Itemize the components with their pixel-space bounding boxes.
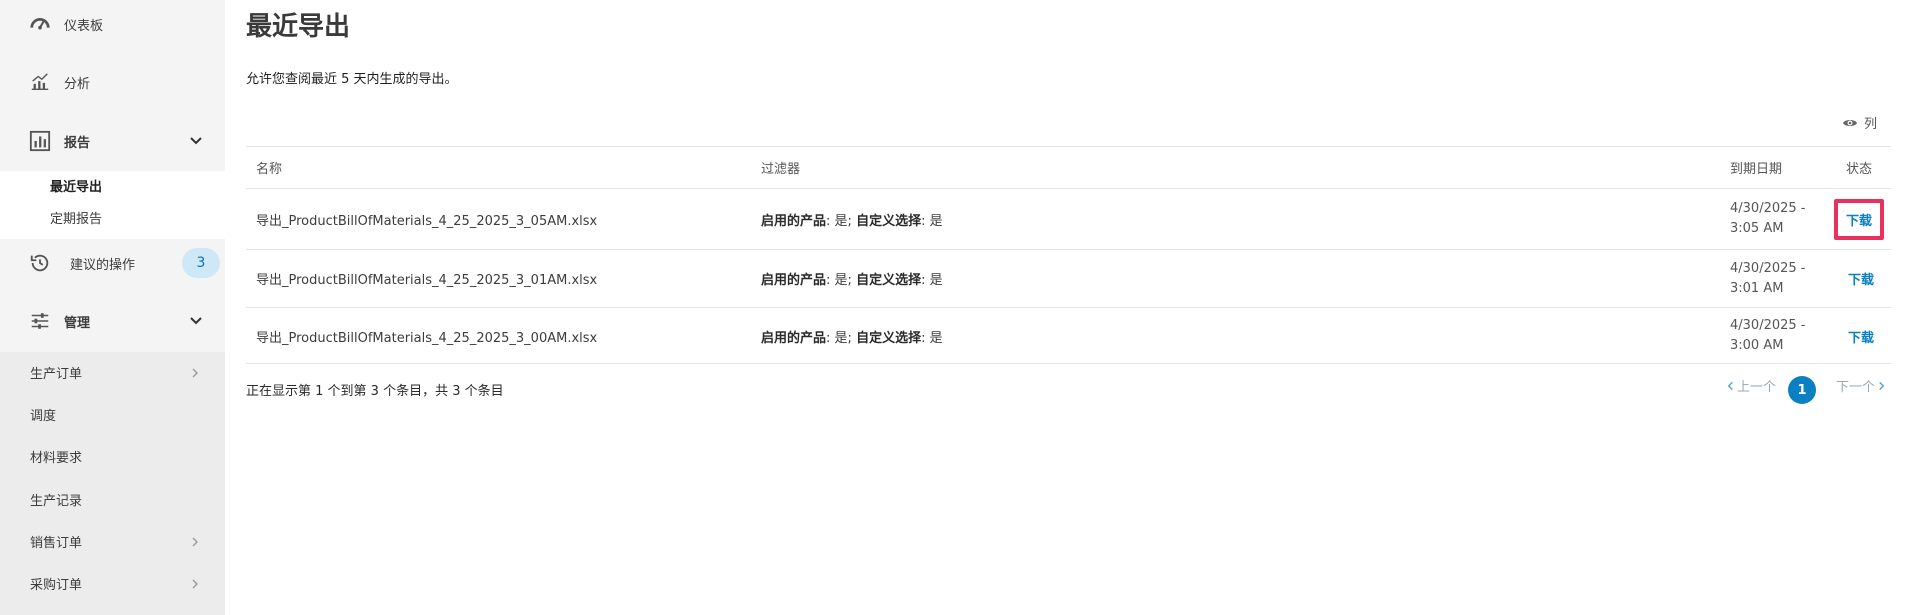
page-number-current[interactable]: 1 xyxy=(1788,376,1816,404)
nav-dashboard[interactable]: 仪表板 xyxy=(0,4,225,44)
eye-icon xyxy=(1843,119,1857,126)
export-file-name: 导出_ProductBillOfMaterials_4_25_2025_3_00… xyxy=(256,330,598,346)
sidebar-item-scheduling[interactable]: 调度 xyxy=(30,405,56,424)
suggested-count-badge: 3 xyxy=(182,248,220,278)
table-info: 正在显示第 1 个到第 3 个条目，共 3 个条目 xyxy=(246,384,504,399)
sliders-icon xyxy=(28,309,52,333)
export-filter: 启用的产品: 是; 自定义选择: 是 xyxy=(761,330,943,346)
nav-reports[interactable]: 报告 xyxy=(0,121,225,161)
next-page-button[interactable]: 下一个 xyxy=(1836,376,1886,395)
header-filter[interactable]: 过滤器 xyxy=(761,147,800,188)
nav-dashboard-label: 仪表板 xyxy=(64,18,104,34)
nav-admin-label: 管理 xyxy=(64,315,91,331)
columns-toggle-button[interactable]: 列 xyxy=(1842,113,1877,132)
chevron-down-icon xyxy=(190,317,202,325)
table-row: 导出_ProductBillOfMaterials_4_25_2025_3_01… xyxy=(246,249,1891,307)
nav-suggested-actions-label: 建议的操作 xyxy=(70,257,136,273)
sidebar-item-purchase-orders[interactable]: 采购订单 xyxy=(30,574,82,593)
chevron-right-icon xyxy=(192,579,198,589)
sidebar-item-production-records[interactable]: 生产记录 xyxy=(30,490,82,509)
sidebar-item-production-orders[interactable]: 生产订单 xyxy=(30,363,82,382)
header-name[interactable]: 名称 xyxy=(256,147,282,188)
previous-page-button[interactable]: 上一个 xyxy=(1726,376,1776,395)
export-filter: 启用的产品: 是; 自定义选择: 是 xyxy=(761,273,943,288)
chevron-right-icon xyxy=(1879,381,1885,390)
nav-admin[interactable]: 管理 xyxy=(0,301,225,341)
reports-submenu: 最近导出 定期报告 xyxy=(0,171,225,239)
sidebar-item-scheduled-reports[interactable]: 定期报告 xyxy=(50,208,102,227)
columns-label: 列 xyxy=(1864,117,1878,132)
download-link[interactable]: 下载 xyxy=(1848,250,1874,307)
sidebar-item-material-requirements[interactable]: 材料要求 xyxy=(30,447,82,466)
report-bars-icon xyxy=(28,129,52,153)
sidebar-item-sales-orders[interactable]: 销售订单 xyxy=(30,532,82,551)
export-file-name: 导出_ProductBillOfMaterials_4_25_2025_3_01… xyxy=(256,273,598,288)
chevron-right-icon xyxy=(192,368,198,378)
main-content: 最近导出 允许您查阅最近 5 天内生成的导出。 列 名称 过滤器 到期日期 状态… xyxy=(246,0,1896,615)
expiry-date: 4/30/2025 -3:01 AM xyxy=(1730,261,1806,296)
page-title: 最近导出 xyxy=(246,12,351,42)
next-label: 下一个 xyxy=(1836,380,1876,395)
header-expiry-date[interactable]: 到期日期 xyxy=(1730,147,1782,188)
expiry-date: 4/30/2025 -3:05 AM xyxy=(1730,201,1806,236)
header-status[interactable]: 状态 xyxy=(1846,147,1872,188)
nav-reports-label: 报告 xyxy=(64,135,91,151)
table-row: 导出_ProductBillOfMaterials_4_25_2025_3_00… xyxy=(246,307,1891,364)
chevron-down-icon xyxy=(190,137,202,145)
download-link[interactable]: 下载 xyxy=(1848,308,1874,364)
export-file-name: 导出_ProductBillOfMaterials_4_25_2025_3_05… xyxy=(256,213,598,229)
expiry-date: 4/30/2025 -3:00 AM xyxy=(1730,318,1806,353)
export-filter: 启用的产品: 是; 自定义选择: 是 xyxy=(761,213,943,229)
sidebar: 仪表板 分析 报告 最近导出 定期报告 建议的操作 3 管理 生产订单 调度 材… xyxy=(0,0,225,615)
chevron-right-icon xyxy=(192,537,198,547)
history-icon xyxy=(28,251,52,275)
download-link[interactable]: 下载 xyxy=(1846,210,1872,229)
download-highlight: 下载 xyxy=(1834,199,1884,240)
gauge-icon xyxy=(28,12,52,36)
page-description: 允许您查阅最近 5 天内生成的导出。 xyxy=(246,72,458,87)
nav-analytics[interactable]: 分析 xyxy=(0,62,225,102)
nav-suggested-actions[interactable]: 建议的操作 3 xyxy=(0,243,225,283)
table-header-row: 名称 过滤器 到期日期 状态 xyxy=(246,146,1891,188)
admin-submenu: 生产订单 调度 材料要求 生产记录 销售订单 采购订单 xyxy=(0,352,225,615)
previous-label: 上一个 xyxy=(1737,380,1777,395)
chevron-left-icon xyxy=(1727,381,1733,390)
sidebar-item-recent-exports[interactable]: 最近导出 xyxy=(50,176,102,195)
table-bottom-border xyxy=(246,363,1891,364)
nav-analytics-label: 分析 xyxy=(64,76,91,92)
analytics-chart-icon xyxy=(28,70,52,94)
table-row: 导出_ProductBillOfMaterials_4_25_2025_3_05… xyxy=(246,188,1891,249)
